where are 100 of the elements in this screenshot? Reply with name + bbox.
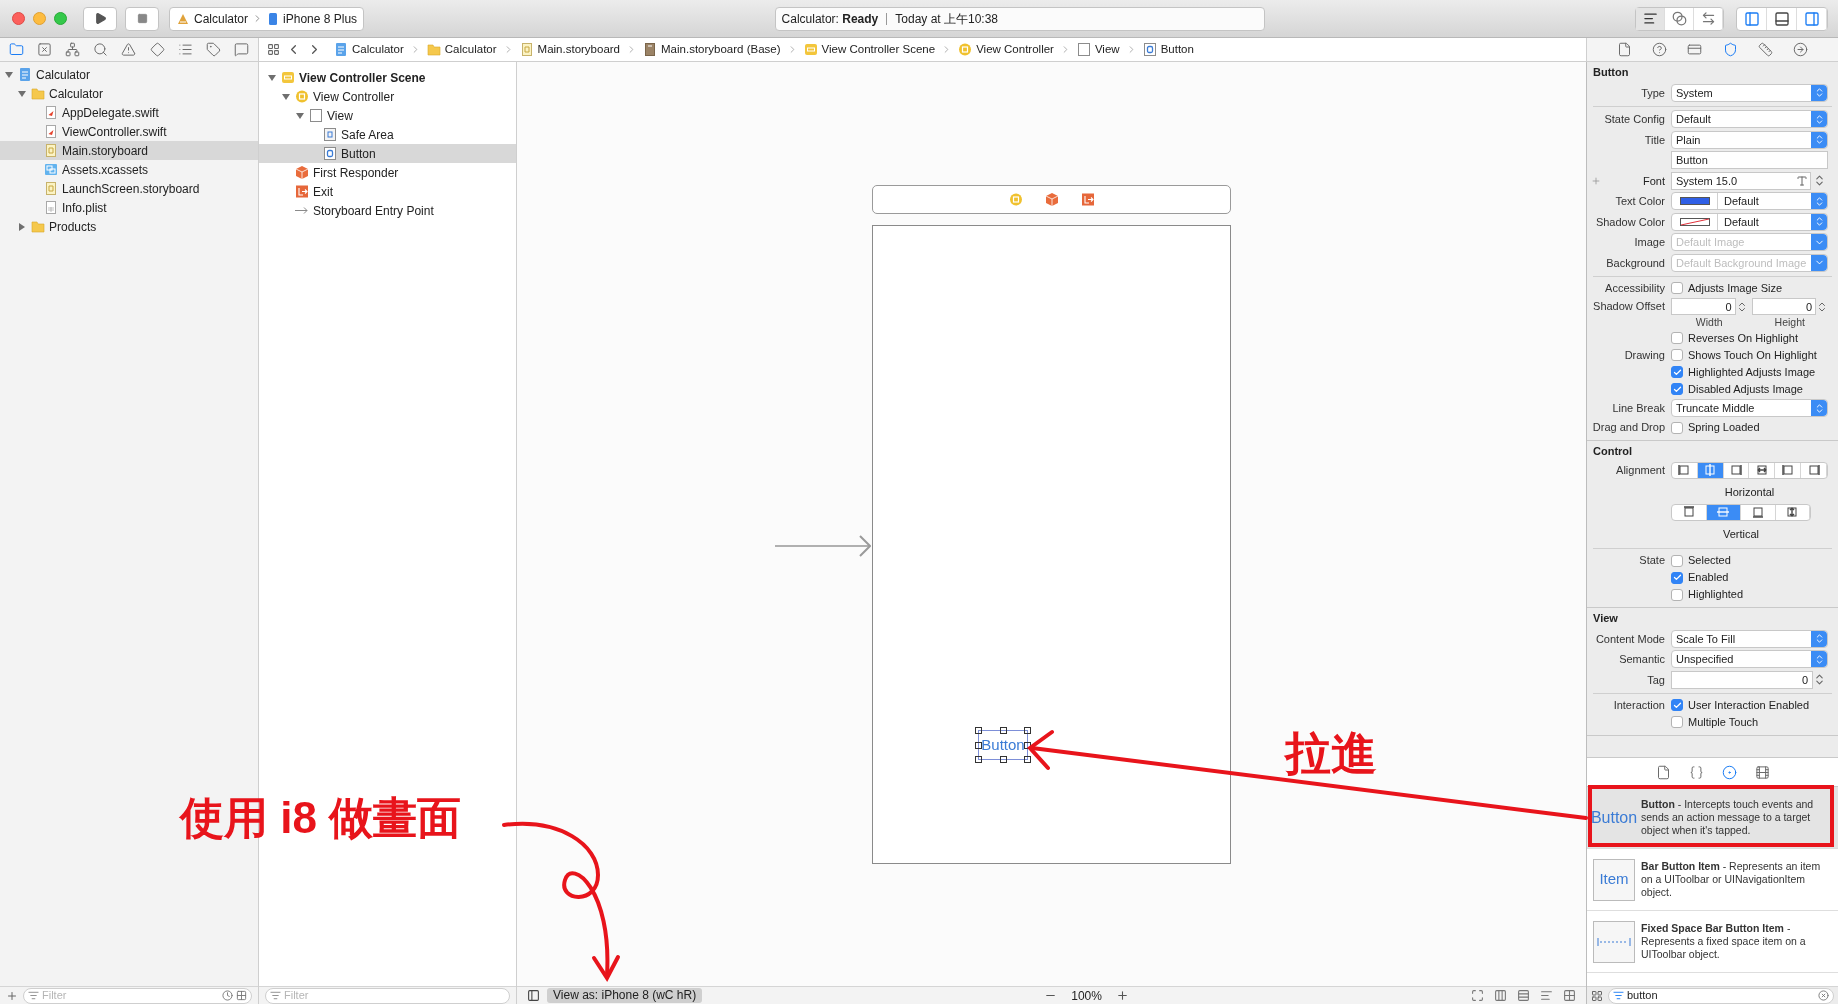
tree-item[interactable]: Storyboard Entry Point — [259, 201, 516, 220]
document-icon[interactable] — [1617, 42, 1633, 57]
clear-icon[interactable] — [1818, 990, 1829, 1001]
tree-item[interactable]: Button — [259, 144, 516, 163]
search-icon[interactable] — [93, 42, 109, 57]
library-item[interactable]: Item Bar Button Item - Represents an item on a UIToolbar or UINavigationItem object. — [1587, 849, 1838, 911]
color-popup[interactable]: Default — [1671, 192, 1828, 211]
disclosure-triangle-icon[interactable] — [18, 222, 26, 231]
popup-button[interactable]: System — [1671, 83, 1828, 102]
tree-item[interactable]: Info.plist — [0, 198, 258, 217]
tree-item[interactable]: View Controller Scene — [259, 68, 516, 87]
popup-button[interactable]: Default — [1671, 110, 1828, 129]
tree-item[interactable]: Assets.xcassets — [0, 160, 258, 179]
diamond-icon[interactable] — [149, 42, 165, 57]
view-as-button[interactable]: View as: iPhone 8 (wC hR) — [547, 988, 703, 1003]
circle-dot-icon[interactable] — [1721, 764, 1737, 780]
checkbox[interactable] — [1671, 282, 1683, 294]
breadcrumb-item[interactable]: View — [1076, 40, 1120, 59]
stepper-icon[interactable] — [1816, 300, 1828, 313]
add-icon[interactable] — [6, 989, 18, 1002]
color-popup[interactable]: Default — [1671, 212, 1828, 231]
run-button[interactable] — [83, 6, 117, 31]
type-icon[interactable] — [1796, 174, 1808, 187]
tree-item[interactable]: First Responder — [259, 163, 516, 182]
disclosure-triangle-icon[interactable] — [282, 92, 290, 101]
stepper-icon[interactable] — [1813, 673, 1826, 687]
align-icon[interactable] — [1540, 989, 1553, 1002]
search-field[interactable]: button — [1608, 987, 1834, 1004]
film-icon[interactable] — [1754, 764, 1770, 780]
breadcrumb-item[interactable]: View Controller Scene — [803, 40, 936, 59]
tree-item[interactable]: View — [259, 106, 516, 125]
tree-item[interactable]: AppDelegate.swift — [0, 103, 258, 122]
hierarchy-icon[interactable] — [65, 42, 81, 57]
close-button[interactable] — [12, 12, 25, 25]
stop-button[interactable] — [125, 6, 159, 31]
tree-item[interactable]: View Controller — [259, 87, 516, 106]
card-icon[interactable] — [1687, 42, 1703, 57]
list-icon[interactable] — [177, 42, 193, 57]
grid-icon[interactable] — [1591, 989, 1603, 1002]
button-element[interactable]: Button — [978, 730, 1028, 760]
tree-item[interactable]: Safe Area — [259, 125, 516, 144]
breadcrumb-item[interactable]: View Controller — [958, 40, 1054, 59]
popup-button[interactable]: Scale To Fill — [1671, 629, 1828, 648]
tree-item[interactable]: LaunchScreen.storyboard — [0, 179, 258, 198]
sidebar-icon[interactable] — [527, 989, 540, 1002]
message-icon[interactable] — [234, 42, 250, 57]
checkbox[interactable] — [1671, 383, 1683, 395]
disclosure-triangle-icon[interactable] — [18, 89, 26, 98]
number-field[interactable]: 0 — [1671, 298, 1736, 315]
breadcrumb-item[interactable]: Button — [1142, 40, 1194, 59]
ruler-icon[interactable] — [1757, 42, 1773, 57]
columns-icon[interactable] — [1494, 989, 1507, 1002]
shield-icon[interactable] — [1722, 42, 1738, 57]
tree-item[interactable]: Products — [0, 217, 258, 236]
disclosure-triangle-icon[interactable] — [296, 111, 304, 120]
checkbox[interactable] — [1671, 699, 1683, 711]
breadcrumb-item[interactable]: Main.storyboard (Base) — [643, 40, 781, 59]
grid-icon[interactable] — [236, 990, 247, 1001]
checkbox[interactable] — [1671, 571, 1683, 584]
help-icon[interactable] — [1652, 42, 1668, 57]
stepper-icon[interactable] — [1813, 174, 1826, 188]
box-x-icon[interactable] — [36, 42, 52, 57]
text-field[interactable]: Button — [1671, 151, 1828, 170]
zoom-in-icon[interactable] — [1115, 989, 1129, 1002]
disclosure-triangle-icon[interactable] — [5, 70, 13, 79]
rows-icon[interactable] — [1517, 989, 1530, 1002]
grid-icon[interactable] — [1563, 989, 1576, 1002]
disclosure-triangle-icon[interactable] — [268, 73, 276, 82]
number-field[interactable]: 0 — [1671, 670, 1813, 689]
tree-item[interactable]: ViewController.swift — [0, 122, 258, 141]
library-item[interactable]: Fixed Space Bar Button Item - Represents a fixed space item on a UIToolbar object. — [1587, 911, 1838, 973]
editor-mode-button[interactable] — [1636, 7, 1665, 30]
checkbox[interactable] — [1671, 421, 1683, 434]
scheme-selector[interactable]: Calculator iPhone 8 Plus — [169, 6, 365, 31]
font-field[interactable]: System 15.0 — [1671, 171, 1811, 190]
braces-icon[interactable] — [1688, 764, 1704, 780]
tag-icon[interactable] — [206, 42, 222, 57]
folder-icon[interactable] — [8, 42, 24, 57]
tree-item[interactable]: Main.storyboard — [0, 141, 258, 160]
zoom-button[interactable] — [54, 12, 67, 25]
checkbox[interactable] — [1671, 716, 1683, 728]
checkbox[interactable] — [1671, 349, 1683, 361]
clock-icon[interactable] — [222, 990, 233, 1001]
popup-button[interactable]: Plain — [1671, 130, 1828, 149]
arrow-circle-icon[interactable] — [1792, 42, 1808, 57]
tree-item[interactable]: Calculator — [0, 65, 258, 84]
number-field[interactable]: 0 — [1751, 298, 1816, 315]
breadcrumb-item[interactable]: Calculator — [334, 40, 404, 59]
popup-button[interactable]: Truncate Middle — [1671, 399, 1828, 418]
grid-icon[interactable] — [267, 43, 280, 56]
frame-icon[interactable] — [1471, 989, 1484, 1002]
checkbox[interactable] — [1671, 366, 1683, 378]
breadcrumb-item[interactable]: Main.storyboard — [519, 40, 621, 59]
breadcrumb-item[interactable]: Calculator — [426, 40, 497, 59]
checkbox[interactable] — [1671, 554, 1683, 567]
warning-icon[interactable] — [121, 42, 137, 57]
checkbox[interactable] — [1671, 332, 1683, 344]
checkbox[interactable] — [1671, 588, 1683, 601]
popup-button[interactable]: Unspecified — [1671, 650, 1828, 669]
tree-item[interactable]: Exit — [259, 182, 516, 201]
